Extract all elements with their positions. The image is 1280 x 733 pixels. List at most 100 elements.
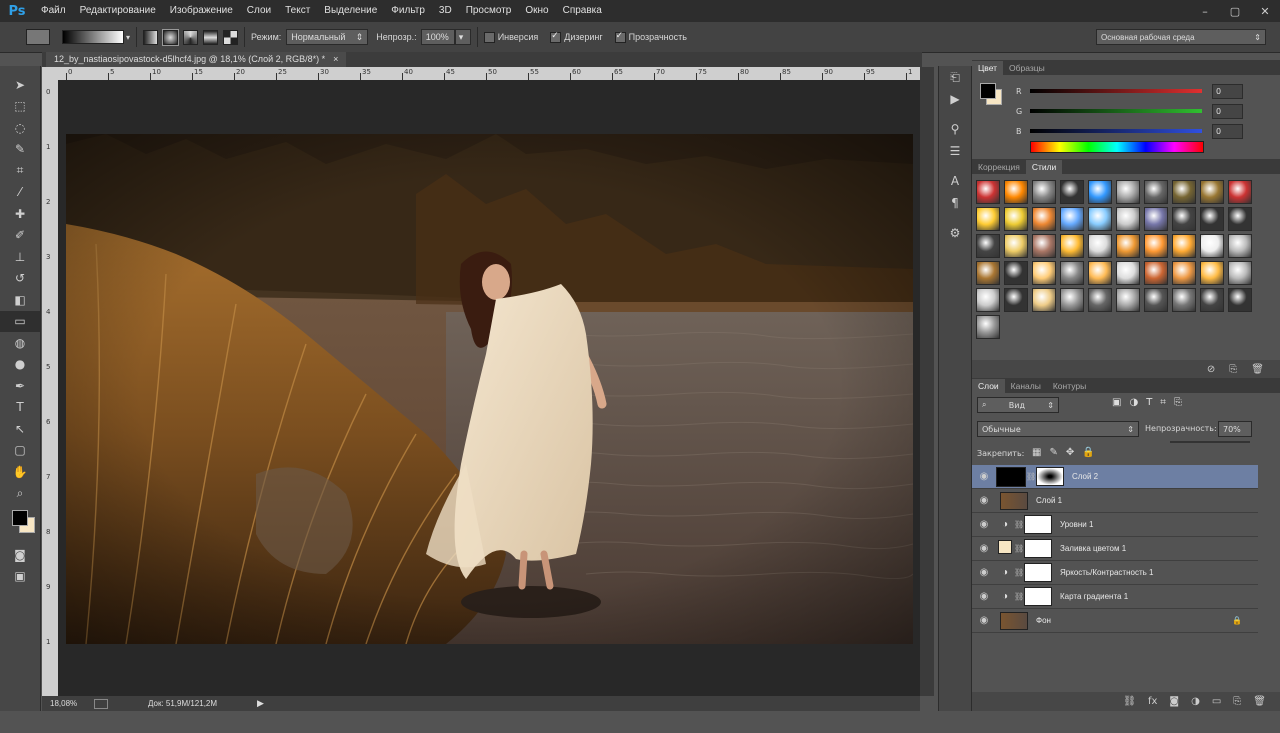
menu-item[interactable]: Текст (278, 0, 317, 22)
tab-styles[interactable]: Стили (1025, 160, 1063, 174)
style-swatch[interactable] (1060, 207, 1084, 231)
minimize-button[interactable]: – (1190, 0, 1220, 22)
style-swatch[interactable] (1088, 234, 1112, 258)
style-swatch[interactable] (1060, 261, 1084, 285)
gradient-preview[interactable] (62, 30, 124, 44)
brush-presets-icon[interactable]: ⚲ (939, 118, 971, 140)
paragraph-icon[interactable]: ¶ (939, 192, 971, 214)
history-icon[interactable]: ⎗ (939, 66, 971, 88)
link-layers-icon[interactable]: ⛓ (1123, 696, 1136, 707)
menu-item[interactable]: Фильтр (384, 0, 432, 22)
menu-item[interactable]: Редактирование (73, 0, 163, 22)
style-swatch[interactable] (976, 234, 1000, 258)
style-swatch[interactable] (976, 180, 1000, 204)
zoom-level[interactable]: 18,08% (50, 699, 86, 708)
layer-thumbnail[interactable] (996, 466, 1026, 487)
style-swatch[interactable] (1228, 207, 1252, 231)
character-icon[interactable]: A (939, 170, 971, 192)
lock-all-icon[interactable]: 🔒 (1082, 447, 1094, 458)
transparency-checkbox[interactable] (614, 30, 626, 43)
lock-position-icon[interactable]: ✥ (1066, 447, 1074, 458)
document-tab[interactable]: 12_by_nastiaosipovastock-d5lhcf4.jpg @ 1… (46, 52, 347, 67)
channel-value-input[interactable]: 0 (1212, 83, 1243, 99)
workspace-select[interactable]: Основная рабочая среда ⇕ (1096, 29, 1266, 45)
layer-row[interactable]: ◉ ⛓ Слой 2 (972, 465, 1258, 489)
shape-tool-icon[interactable]: ▢ (0, 440, 40, 462)
eraser-tool-icon[interactable]: ◧ (0, 289, 40, 311)
opacity-dropdown-icon[interactable]: ▾ (454, 29, 471, 45)
tab-swatches[interactable]: Образцы (1003, 61, 1051, 75)
tab-channels[interactable]: Каналы (1005, 379, 1047, 393)
style-swatch[interactable] (1144, 234, 1168, 258)
gradient-dropdown-icon[interactable]: ▾ (126, 33, 130, 42)
color-spectrum-ramp[interactable] (1030, 141, 1204, 153)
channel-value-input[interactable]: 0 (1212, 123, 1243, 139)
style-swatch[interactable] (1088, 261, 1112, 285)
tab-color[interactable]: Цвет (972, 61, 1004, 75)
inverse-checkbox[interactable] (483, 31, 495, 43)
style-swatch[interactable] (1032, 261, 1056, 285)
channel-slider[interactable] (1030, 89, 1202, 93)
link-icon[interactable]: ⛓ (1014, 544, 1024, 553)
visibility-eye-icon[interactable]: ◉ (972, 495, 996, 506)
layer-row[interactable]: ◉ Слой 1 (972, 489, 1258, 513)
style-swatch[interactable] (1144, 180, 1168, 204)
layer-row[interactable]: ◉ ◑ ⛓ Яркость/Контрастность 1 (972, 561, 1258, 585)
style-swatch[interactable] (1004, 207, 1028, 231)
tab-paths[interactable]: Контуры (1047, 379, 1092, 393)
dither-checkbox[interactable] (550, 30, 562, 43)
pen-tool-icon[interactable]: ✒ (0, 375, 40, 397)
stamp-tool-icon[interactable]: ⊥ (0, 246, 40, 268)
visibility-eye-icon[interactable]: ◉ (972, 567, 996, 578)
history-brush-tool-icon[interactable]: ↺ (0, 268, 40, 290)
adjustment-filter-icon[interactable]: ◑ (1129, 397, 1138, 408)
smart-object-filter-icon[interactable]: ⎘ (1174, 397, 1182, 408)
lock-pixels-icon[interactable]: ✎ (1049, 447, 1057, 458)
style-swatch[interactable] (1004, 288, 1028, 312)
style-swatch[interactable] (1200, 261, 1224, 285)
layer-row[interactable]: ◉ ◑ ⛓ Карта градиента 1 (972, 585, 1258, 609)
menu-item[interactable]: Файл (34, 0, 73, 22)
style-swatch[interactable] (1060, 234, 1084, 258)
channel-value-input[interactable]: 0 (1212, 103, 1243, 119)
layer-row[interactable]: ◉ Фон 🔒 (972, 609, 1258, 633)
layer-thumbnail[interactable] (1000, 491, 1028, 510)
status-menu-arrow-icon[interactable]: ▶ (257, 698, 264, 709)
style-swatch[interactable] (1200, 180, 1224, 204)
new-group-icon[interactable]: ▭ (1212, 696, 1221, 707)
ruler-origin[interactable] (42, 67, 58, 80)
layer-mask-thumbnail[interactable] (1036, 467, 1064, 486)
link-icon[interactable]: ⛓ (1014, 592, 1024, 601)
image-filter-icon[interactable]: ▣ (1112, 397, 1121, 408)
style-swatch[interactable] (1116, 234, 1140, 258)
delete-layer-icon[interactable]: 🗑 (1253, 696, 1266, 707)
layer-style-icon[interactable]: fx (1148, 696, 1157, 707)
style-swatch[interactable] (1228, 261, 1252, 285)
layer-mask-thumbnail[interactable] (1024, 539, 1052, 558)
zoom-tool-icon[interactable]: ⌕ (0, 483, 40, 505)
tool-preset-picker[interactable] (26, 29, 50, 45)
healing-tool-icon[interactable]: ✚ (0, 203, 40, 225)
style-swatch[interactable] (1032, 288, 1056, 312)
type-filter-icon[interactable]: T (1146, 397, 1152, 408)
tab-adjustments[interactable]: Коррекция (972, 160, 1026, 174)
hand-tool-icon[interactable]: ✋ (0, 461, 40, 483)
visibility-eye-icon[interactable]: ◉ (972, 615, 996, 626)
menu-item[interactable]: Слои (240, 0, 278, 22)
channel-slider[interactable] (1030, 109, 1202, 113)
reflected-gradient-icon[interactable] (203, 29, 219, 45)
path-select-tool-icon[interactable]: ↖ (0, 418, 40, 440)
style-swatch[interactable] (1088, 207, 1112, 231)
menu-item[interactable]: Просмотр (459, 0, 519, 22)
style-swatch[interactable] (976, 261, 1000, 285)
dodge-tool-icon[interactable]: ● (0, 354, 40, 376)
style-swatch[interactable] (1032, 180, 1056, 204)
style-swatch[interactable] (1172, 234, 1196, 258)
style-swatch[interactable] (1228, 234, 1252, 258)
brush-settings-icon[interactable]: ☰ (939, 140, 971, 162)
document-image[interactable] (66, 134, 913, 644)
visibility-eye-icon[interactable]: ◉ (972, 543, 996, 554)
quick-mask-icon[interactable]: ◙ (0, 544, 40, 566)
style-swatch[interactable] (1032, 234, 1056, 258)
type-tool-icon[interactable]: T (0, 397, 40, 419)
